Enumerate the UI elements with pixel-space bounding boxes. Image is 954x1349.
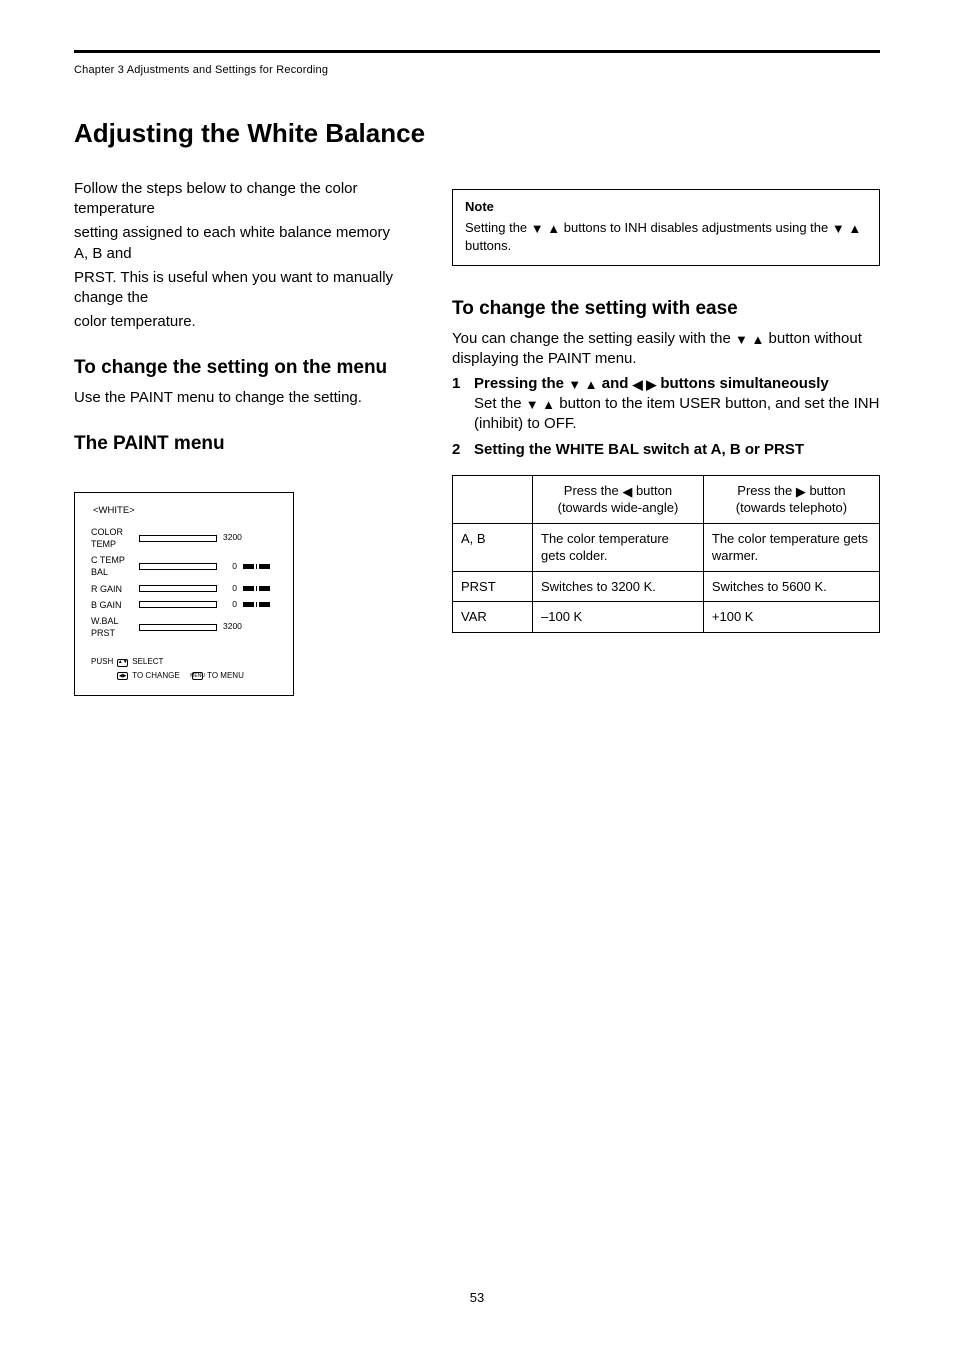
table-header-left: Press the ◀ button(towards wide-angle) [533,475,704,523]
header-rule [74,50,880,53]
table-row: PRST Switches to 3200 K. Switches to 560… [453,571,880,602]
table-cell: The color temperature gets colder. [533,523,704,571]
osd-row: C TEMP BAL 0 [91,554,277,578]
step-text: Set the [474,395,526,412]
right-heading: To change the setting with ease [452,296,880,322]
table-cell: A, B [453,523,533,571]
osd-bar [139,601,217,608]
osd-row-label: C TEMP BAL [91,554,133,578]
osd-row-value: 3200 [223,532,237,543]
osd-footer-line: PUSH ◀▶ TO CHANGE MENU TO MENU [91,671,277,682]
osd-bar [139,585,217,592]
osd-scale [243,602,270,607]
osd-bar [139,624,217,631]
osd-row-value: 3200 [223,621,237,632]
left-arrow-icon: ◀ [622,485,632,498]
left-para-1: Use the PAINT menu to change the setting… [74,388,404,408]
table-cell: PRST [453,571,533,602]
osd-row-value: 0 [223,583,237,594]
osd-row-label: R GAIN [91,583,133,595]
table-cell: –100 K [533,602,704,633]
step-1-line2: Set the ▼ ▲ button to the item USER butt… [474,395,879,432]
table-cell: +100 K [703,602,879,633]
table-header-right: Press the ▶ button(towards telephoto) [703,475,879,523]
osd-row-value: 0 [223,599,237,610]
left-right-arrow-icon: ◀ ▶ [633,378,657,391]
osd-row: W.BAL PRST 3200 [91,615,277,639]
osd-title: <WHITE> [93,505,293,518]
right-arrow-icon: ▶ [796,485,806,498]
osd-row: B GAIN 0 [91,599,277,611]
step-text: and [598,375,633,392]
left-heading-2: The PAINT menu [74,431,404,457]
arrow-up-down-icon: ▲▼ [117,659,128,667]
intro-line: color temperature. [74,312,404,332]
down-up-arrow-icon: ▼ ▲ [531,222,560,235]
osd-menu-diagram: <WHITE> COLOR TEMP 3200 C TEMP BAL 0 [74,492,294,696]
page-title: Adjusting the White Balance [74,116,880,151]
osd-row: R GAIN 0 [91,583,277,595]
osd-row-label: COLOR TEMP [91,526,133,550]
intro-line: Follow the steps below to change the col… [74,179,404,220]
table-header-blank [453,475,533,523]
note-text: buttons. [465,238,511,253]
note-title: Note [465,198,867,216]
intro-line: PRST. This is useful when you want to ma… [74,268,404,309]
para-text: You can change the setting easily with t… [452,330,735,347]
table-cell: VAR [453,602,533,633]
step-2: 2 Setting the WHITE BAL switch at A, B o… [452,440,880,460]
step-text: buttons simultaneously [656,375,829,392]
step-number: 2 [452,440,474,460]
osd-footer-text: TO CHANGE [132,671,179,682]
note-text: buttons to INH disables adjustments usin… [560,220,832,235]
osd-row-value: 0 [223,561,237,572]
step-text: Pressing the [474,375,568,392]
osd-bar [139,563,217,570]
table-row: VAR –100 K +100 K [453,602,880,633]
right-intro-para: You can change the setting easily with t… [452,329,880,370]
osd-bar [139,535,217,542]
arrow-left-right-icon: ◀▶ [117,672,128,680]
osd-scale [243,586,270,591]
table-cell: Switches to 3200 K. [533,571,704,602]
step-1: 1 Pressing the ▼ ▲ and ◀ ▶ buttons simul… [452,374,880,435]
down-up-arrow-icon: ▼ ▲ [735,333,764,346]
osd-scale [243,564,270,569]
osd-footer-line: PUSH ▲▼ SELECT [91,657,277,668]
note-box: Note Setting the ▼ ▲ buttons to INH disa… [452,189,880,266]
table-row: A, B The color temperature gets colder. … [453,523,880,571]
left-heading-1: To change the setting on the menu [74,355,404,381]
menu-button-icon: MENU [192,672,203,680]
osd-row-label: W.BAL PRST [91,615,133,639]
down-up-arrow-icon: ▼ ▲ [568,378,597,391]
page-number: 53 [0,1289,954,1307]
down-up-arrow-icon: ▼ ▲ [526,398,555,411]
intro-line: setting assigned to each white balance m… [74,223,404,264]
table-cell: The color temperature gets warmer. [703,523,879,571]
note-body: Setting the ▼ ▲ buttons to INH disables … [465,219,867,254]
osd-footer-text: SELECT [132,657,163,668]
note-text: Setting the [465,220,531,235]
step-number: 1 [452,374,474,435]
step-1-line1: Pressing the ▼ ▲ and ◀ ▶ buttons simulta… [474,375,829,392]
down-up-arrow-icon: ▼ ▲ [832,222,861,235]
adjustment-table: Press the ◀ button(towards wide-angle) P… [452,475,880,633]
osd-footer-text: PUSH [91,657,113,668]
breadcrumb: Chapter 3 Adjustments and Settings for R… [74,63,880,78]
intro-paragraph: Follow the steps below to change the col… [74,179,404,333]
table-cell: Switches to 5600 K. [703,571,879,602]
osd-row-label: B GAIN [91,599,133,611]
osd-row: COLOR TEMP 3200 [91,526,277,550]
osd-footer-text: TO MENU [207,671,244,682]
step-2-text: Setting the WHITE BAL switch at A, B or … [474,440,880,460]
